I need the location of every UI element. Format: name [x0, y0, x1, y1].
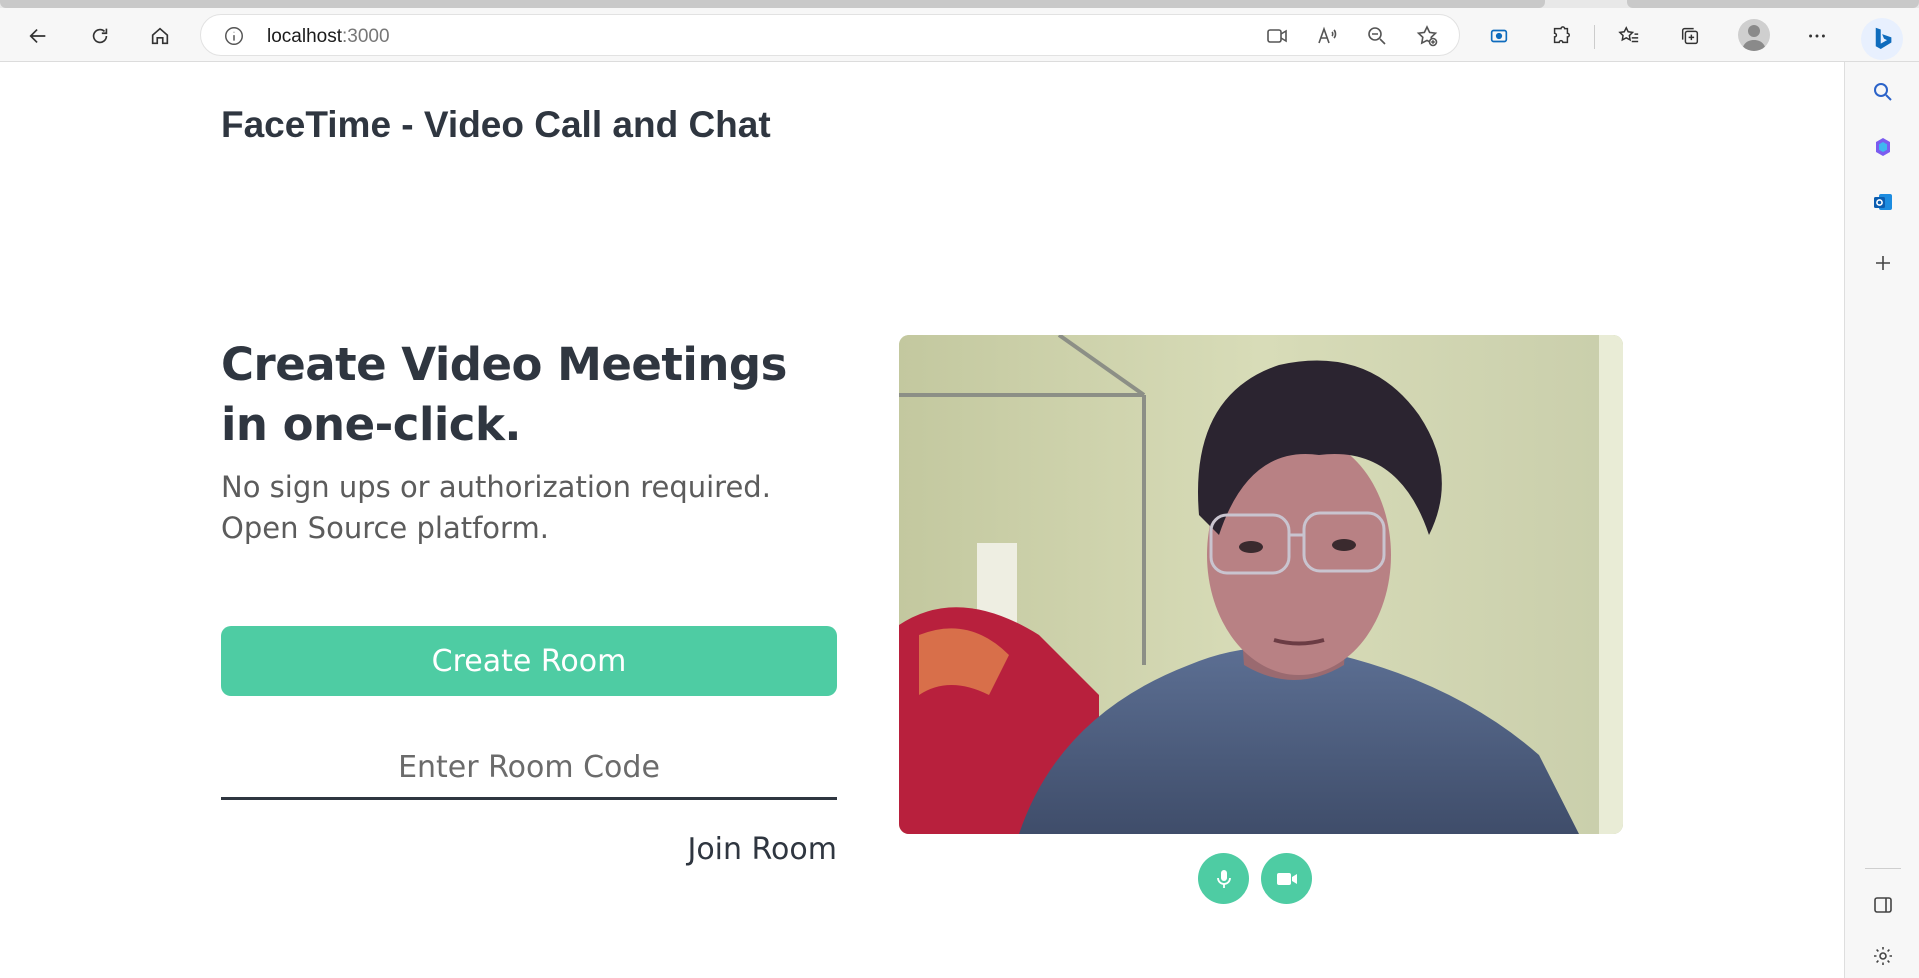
reload-icon — [92, 28, 108, 44]
favorites-button[interactable] — [1611, 18, 1647, 54]
more-horizontal-icon — [1809, 34, 1825, 38]
home-button[interactable] — [142, 18, 178, 54]
screen-share-button[interactable] — [1481, 18, 1517, 54]
sidebar-search-button[interactable] — [1865, 74, 1901, 110]
webcam-feed-image — [899, 335, 1623, 834]
camera-in-use-icon[interactable] — [1265, 24, 1289, 48]
video-camera-icon — [1276, 872, 1297, 885]
url-port: :3000 — [342, 26, 390, 47]
puzzle-icon — [1553, 26, 1570, 44]
read-aloud-icon[interactable] — [1315, 24, 1339, 48]
url-text[interactable]: localhost:3000 — [267, 26, 390, 48]
sidebar-outlook-button[interactable] — [1865, 184, 1901, 220]
add-icon — [1876, 256, 1890, 270]
hero-subtitle-line1: No sign ups or authorization required. — [221, 470, 771, 504]
join-room-button[interactable]: Join Room — [640, 827, 837, 871]
collections-icon — [1681, 27, 1699, 45]
sidebar-split-screen-button[interactable] — [1865, 887, 1901, 923]
settings-icon — [1874, 947, 1892, 965]
inactive-tab[interactable] — [1627, 0, 1919, 8]
collections-button[interactable] — [1672, 18, 1708, 54]
bing-icon — [1875, 27, 1892, 49]
search-icon — [1874, 83, 1892, 101]
hero-title: Create Video Meetings in one-click. — [221, 338, 787, 451]
url-host: localhost — [267, 26, 342, 47]
address-bar[interactable]: localhost:3000 — [200, 14, 1460, 56]
user-avatar-icon — [1742, 25, 1766, 51]
microphone-icon — [1216, 869, 1231, 888]
home-icon — [151, 27, 169, 45]
outlook-icon — [1874, 194, 1892, 210]
toggle-microphone-button[interactable] — [1198, 853, 1249, 904]
split-screen-icon — [1874, 897, 1892, 913]
browser-toolbar: localhost:3000 — [0, 8, 1919, 62]
sidebar-divider — [1865, 868, 1901, 869]
video-preview — [899, 335, 1623, 834]
site-title: FaceTime - Video Call and Chat — [221, 104, 771, 145]
screen-share-icon — [1490, 29, 1508, 43]
zoom-out-icon[interactable] — [1365, 24, 1389, 48]
tab-strip — [0, 0, 1919, 8]
active-tab[interactable] — [0, 0, 1545, 8]
hero-subtitle: No sign ups or authorization required. O… — [221, 467, 841, 549]
back-button[interactable] — [20, 18, 56, 54]
page-viewport: FaceTime - Video Call and Chat Create Vi… — [0, 62, 1844, 978]
back-arrow-icon — [29, 28, 46, 44]
create-room-button[interactable]: Create Room — [221, 626, 837, 696]
browser-sidebar — [1844, 62, 1919, 978]
profile-avatar[interactable] — [1738, 19, 1770, 51]
room-code-input[interactable] — [221, 738, 837, 800]
toolbar-divider — [1594, 25, 1595, 49]
sidebar-add-button[interactable] — [1865, 245, 1901, 281]
extensions-button[interactable] — [1543, 18, 1579, 54]
sidebar-copilot-button[interactable] — [1865, 129, 1901, 165]
favorites-icon — [1618, 26, 1639, 43]
toggle-camera-button[interactable] — [1261, 853, 1312, 904]
settings-more-button[interactable] — [1799, 18, 1835, 54]
reload-button[interactable] — [82, 18, 118, 54]
bing-chat-button[interactable] — [1861, 18, 1903, 60]
hero-subtitle-line2: Open Source platform. — [221, 511, 549, 545]
site-info-icon[interactable] — [223, 25, 245, 47]
copilot-icon — [1876, 138, 1890, 156]
add-favorite-icon[interactable] — [1415, 24, 1439, 48]
sidebar-settings-button[interactable] — [1865, 938, 1901, 974]
